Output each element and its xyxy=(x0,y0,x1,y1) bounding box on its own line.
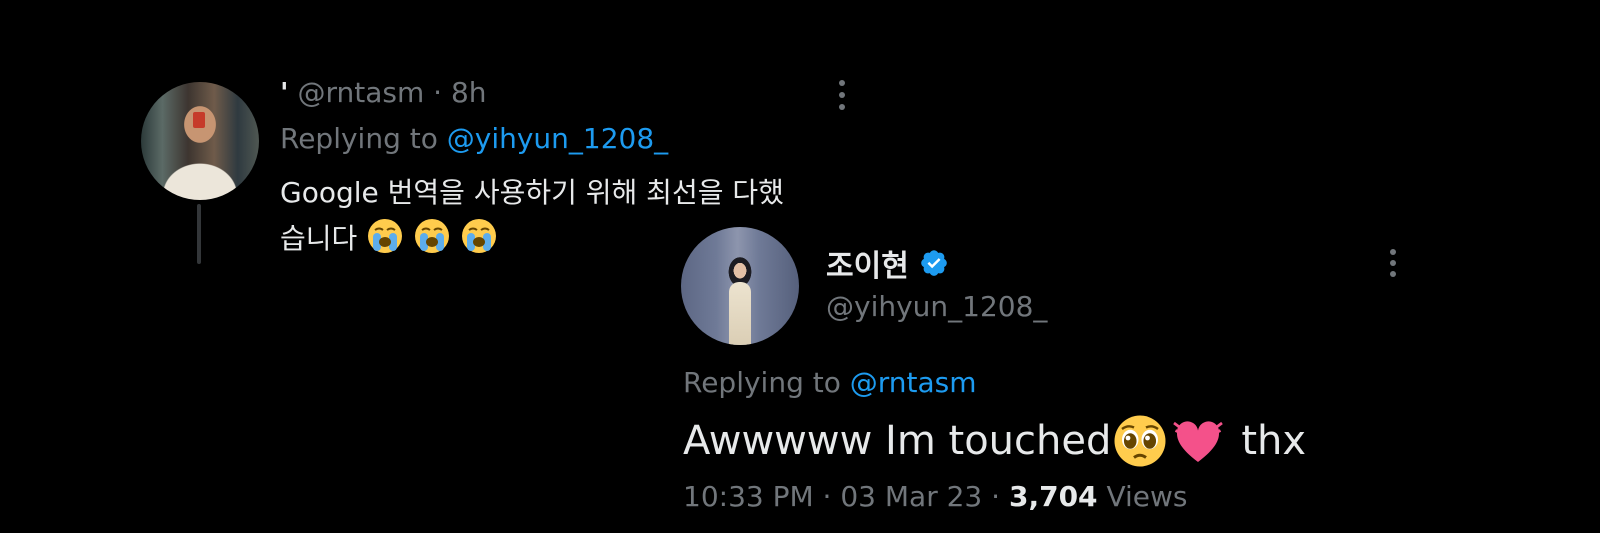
crying-face-emoji-icon xyxy=(462,219,496,253)
replying-to-label: Replying to xyxy=(280,122,438,155)
reply-text-line1: Google 번역을 사용하기 위해 최선을 다했 xyxy=(280,176,784,209)
reply-tweet-header: ' @rntasm · 8h xyxy=(280,76,487,109)
reply-separator: · xyxy=(433,76,443,109)
replying-to-label: Replying to xyxy=(683,366,841,399)
views-count: 3,704 xyxy=(1008,480,1098,513)
footer-separator: · xyxy=(822,480,832,513)
footer-separator: · xyxy=(991,480,1001,513)
tweet-thread-screenshot: ' @rntasm · 8h Replying to @yihyun_1208_… xyxy=(0,0,1600,533)
main-tweet-footer: 10:33 PM · 03 Mar 23 · 3,704 Views xyxy=(683,480,1188,513)
reply-more-icon[interactable] xyxy=(838,80,846,110)
avatar-rntasm[interactable] xyxy=(141,82,259,200)
reply-display-name[interactable]: ' xyxy=(280,76,289,109)
main-handle[interactable]: @yihyun_1208_ xyxy=(826,290,1047,323)
tweet-date[interactable]: 03 Mar 23 xyxy=(840,480,982,513)
main-replying-to: Replying to @rntasm xyxy=(683,366,977,399)
replying-to-mention-link[interactable]: @yihyun_1208_ xyxy=(447,122,668,155)
reply-text-line2: 습니다 xyxy=(280,222,358,255)
main-text-part1: Awwwww Im touched xyxy=(683,418,1112,464)
main-more-icon[interactable] xyxy=(1389,249,1397,277)
verified-badge-icon xyxy=(921,250,947,276)
reply-handle[interactable]: @rntasm xyxy=(297,76,424,109)
reply-replying-to: Replying to @yihyun_1208_ xyxy=(280,122,668,155)
tweet-time[interactable]: 10:33 PM xyxy=(683,480,814,513)
avatar-photo-detail xyxy=(729,282,751,345)
replying-to-mention-link[interactable]: @rntasm xyxy=(850,366,977,399)
views-label: Views xyxy=(1106,480,1188,513)
reply-time[interactable]: 8h xyxy=(451,76,487,109)
avatar-yihyun[interactable] xyxy=(681,227,799,345)
main-tweet-name-row: 조이현 xyxy=(826,241,949,285)
thread-connector-line xyxy=(197,204,201,264)
beating-heart-emoji-icon xyxy=(1173,421,1224,462)
crying-face-emoji-icon xyxy=(368,219,403,253)
main-tweet-text: Awwwww Im touched thx xyxy=(683,414,1306,468)
main-display-name[interactable]: 조이현 xyxy=(826,241,909,285)
pleading-face-emoji-icon xyxy=(1114,415,1166,467)
avatar-photo-detail xyxy=(193,112,205,128)
main-text-part2: thx xyxy=(1241,418,1307,464)
crying-face-emoji-icon xyxy=(415,219,450,253)
